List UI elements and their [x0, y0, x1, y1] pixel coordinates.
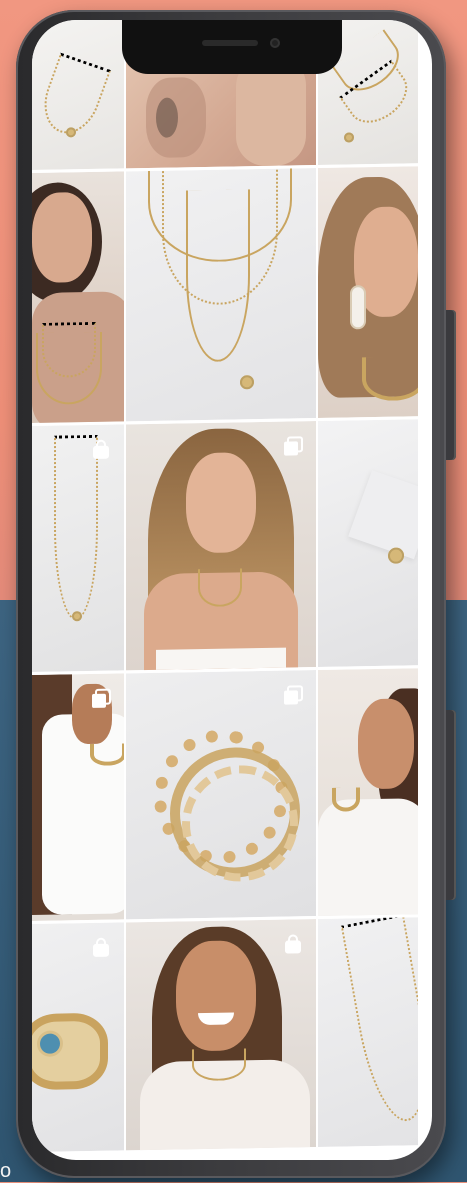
grid-tile[interactable] — [32, 20, 124, 170]
grid-tile[interactable] — [126, 670, 316, 920]
carousel-icon — [284, 685, 303, 705]
shopping-bag-icon — [93, 937, 109, 957]
grid-tile[interactable] — [32, 673, 124, 921]
grid-tile[interactable] — [318, 668, 418, 917]
power-button — [446, 310, 456, 460]
camera-icon — [270, 38, 280, 48]
shopping-bag-icon — [285, 934, 301, 954]
grid-tile[interactable] — [126, 919, 316, 1151]
grid-tile[interactable] — [318, 917, 418, 1148]
carousel-icon — [284, 436, 303, 456]
grid-tile[interactable] — [32, 171, 124, 423]
grid-tile[interactable] — [318, 419, 418, 668]
notch — [122, 20, 342, 74]
speaker-icon — [202, 40, 258, 46]
carousel-icon — [92, 688, 111, 708]
side-button — [446, 710, 456, 900]
grid-tile[interactable] — [32, 922, 124, 1152]
grid-tile[interactable] — [126, 421, 316, 671]
grid-tile[interactable] — [126, 168, 316, 422]
phone-screen — [32, 20, 432, 1160]
shopping-bag-icon — [93, 439, 109, 459]
bottom-glyph: o — [0, 1160, 12, 1182]
grid-tile[interactable] — [318, 166, 418, 419]
grid-tile[interactable] — [32, 424, 124, 672]
photo-grid — [32, 20, 432, 1160]
phone-mockup — [16, 10, 456, 1178]
